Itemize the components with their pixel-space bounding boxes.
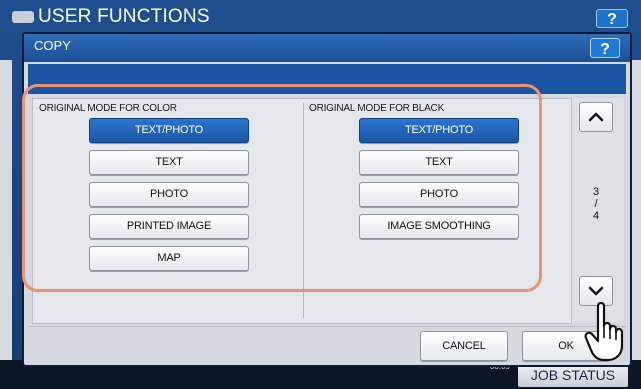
black-mode-text-photo-button[interactable]: TEXT/PHOTO — [359, 118, 519, 143]
dialog-title-bar: COPY ? — [24, 34, 630, 62]
pointing-hand-icon — [584, 301, 624, 362]
up-arrow-icon — [588, 112, 604, 122]
page-total: 4 — [592, 210, 600, 222]
user-functions-title: USER FUNCTIONS — [38, 6, 210, 27]
black-section-label: ORIGINAL MODE FOR BLACK — [309, 103, 445, 114]
color-mode-printed-image-button[interactable]: PRINTED IMAGE — [89, 214, 249, 239]
black-mode-image-smoothing-button[interactable]: IMAGE SMOOTHING — [359, 214, 519, 239]
page-current: 3 — [592, 186, 600, 198]
color-mode-text-button[interactable]: TEXT — [89, 150, 249, 175]
color-section-label: ORIGINAL MODE FOR COLOR — [39, 103, 177, 114]
cancel-button[interactable]: CANCEL — [420, 331, 508, 361]
dialog-help-button[interactable]: ? — [590, 38, 620, 58]
page-separator: / — [594, 198, 598, 210]
dialog-title: COPY — [34, 38, 71, 53]
dialog-footer: CANCEL OK — [28, 326, 626, 365]
background-panel-left — [0, 60, 12, 360]
copy-dialog: COPY ? ORIGINAL MODE FOR COLOR ORIGINAL … — [22, 32, 632, 367]
original-mode-panel: ORIGINAL MODE FOR COLOR ORIGINAL MODE FO… — [32, 98, 572, 324]
user-functions-icon — [12, 11, 34, 23]
black-mode-photo-button[interactable]: PHOTO — [359, 182, 519, 207]
black-mode-text-button[interactable]: TEXT — [359, 150, 519, 175]
page-scroller: 3 / 4 — [572, 98, 624, 322]
color-mode-photo-button[interactable]: PHOTO — [89, 182, 249, 207]
section-divider — [303, 103, 304, 318]
color-mode-text-photo-button[interactable]: TEXT/PHOTO — [89, 118, 249, 143]
user-functions-help-button[interactable]: ? — [596, 9, 628, 28]
dialog-message-bar — [28, 64, 626, 94]
page-up-button[interactable] — [579, 102, 613, 132]
color-mode-map-button[interactable]: MAP — [89, 246, 249, 271]
